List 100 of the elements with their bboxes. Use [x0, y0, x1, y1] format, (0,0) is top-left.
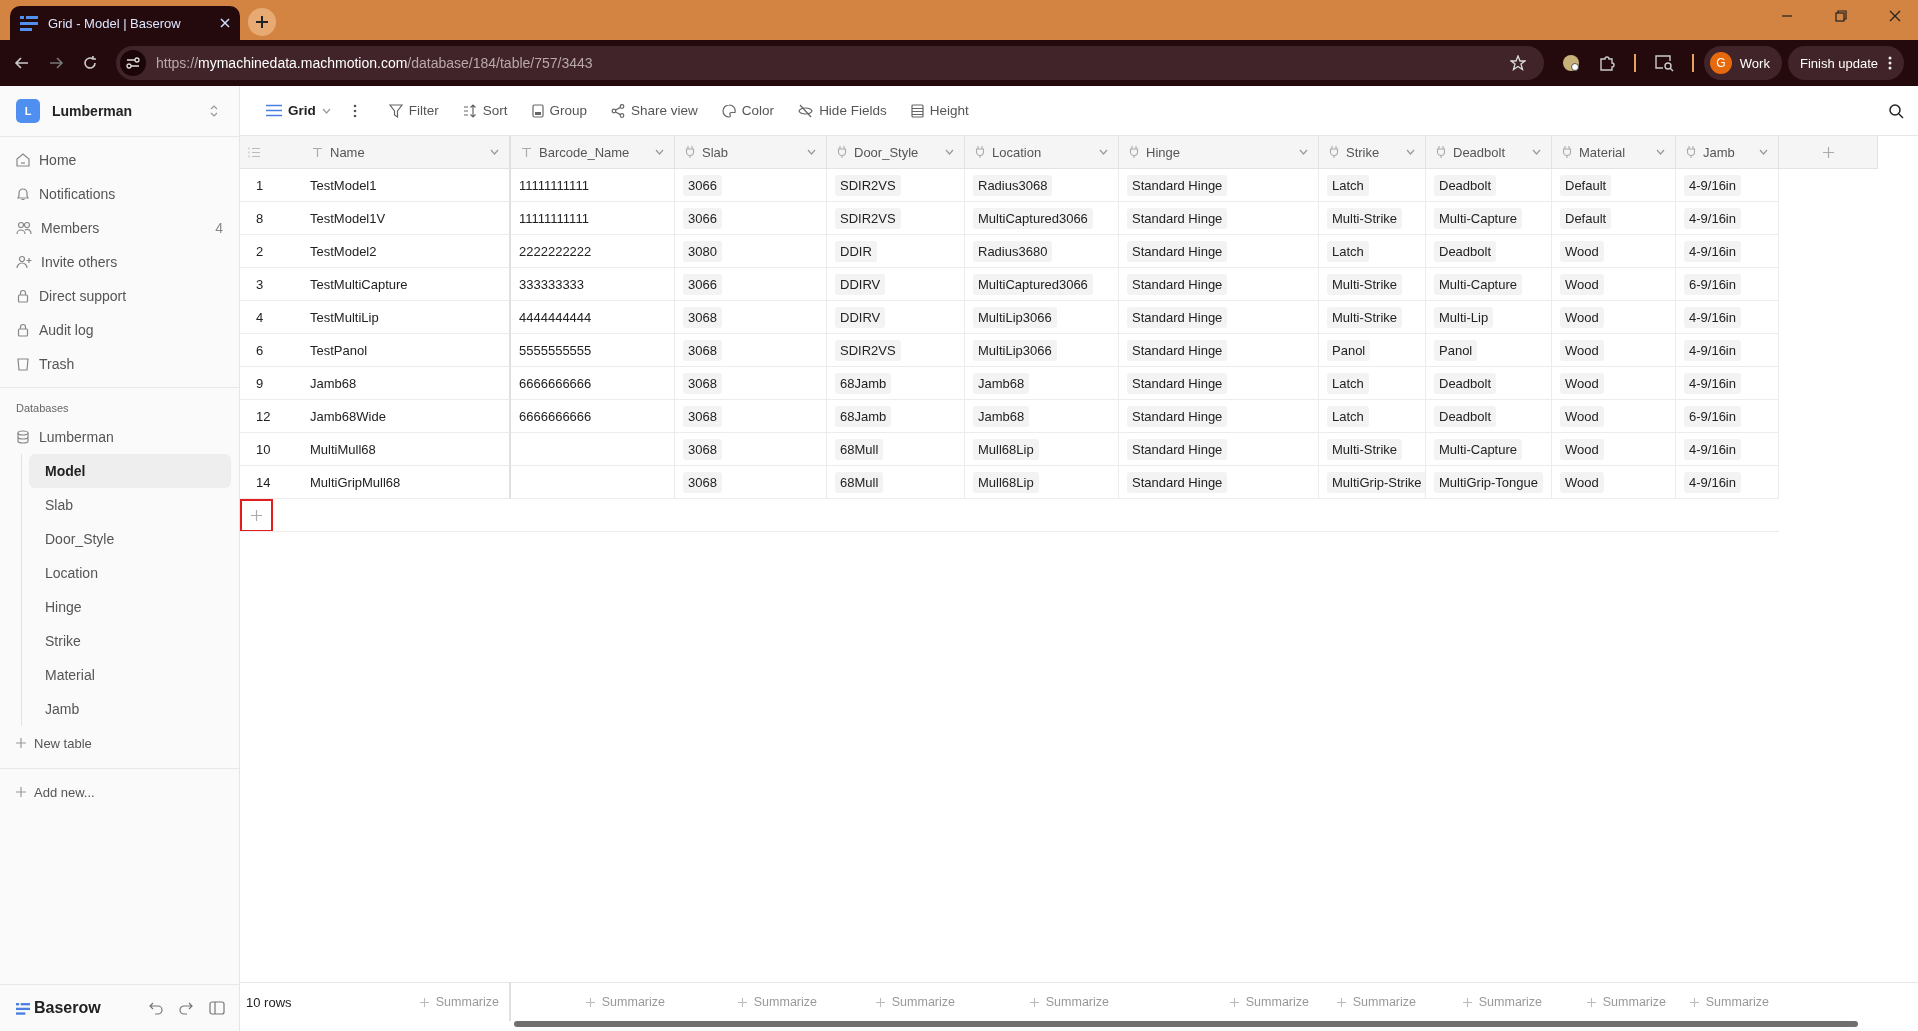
table-cell[interactable]: DDIR	[827, 235, 965, 268]
table-cell[interactable]: 68Jamb	[827, 367, 965, 400]
linked-record-chip[interactable]: MultiCaptured3066	[973, 207, 1093, 229]
table-cell[interactable]	[511, 433, 675, 466]
table-cell[interactable]: Mull68Lip	[965, 433, 1119, 466]
table-cell[interactable]: Standard Hinge	[1119, 202, 1319, 235]
linked-record-chip[interactable]: Wood	[1560, 273, 1604, 295]
linked-record-chip[interactable]: Radius3680	[973, 240, 1053, 262]
table-item[interactable]: Jamb	[29, 692, 231, 726]
linked-record-chip[interactable]: DDIRV	[835, 306, 886, 328]
table-cell[interactable]: Wood	[1552, 268, 1676, 301]
linked-record-chip[interactable]: SDIR2VS	[835, 207, 901, 229]
table-cell[interactable]: 11111111111	[511, 202, 675, 235]
linked-record-chip[interactable]: Wood	[1560, 471, 1604, 493]
back-icon[interactable]	[14, 55, 30, 71]
puzzle-icon[interactable]	[1597, 54, 1616, 72]
linked-record-chip[interactable]: Default	[1560, 207, 1612, 229]
table-cell[interactable]: MultiGrip-Tongue	[1426, 466, 1552, 499]
table-cell[interactable]: Multi-Strike	[1319, 433, 1426, 466]
linked-record-chip[interactable]: SDIR2VS	[835, 174, 901, 196]
linked-record-chip[interactable]: MultiLip3066	[973, 339, 1057, 361]
table-cell[interactable]: 68Mull	[827, 433, 965, 466]
table-cell[interactable]: 3068	[675, 367, 827, 400]
finish-update-button[interactable]: Finish update	[1787, 46, 1904, 80]
table-cell[interactable]: 11111111111	[511, 169, 675, 202]
linked-record-chip[interactable]: Latch	[1327, 240, 1369, 262]
table-cell[interactable]: Standard Hinge	[1119, 367, 1319, 400]
table-cell[interactable]: Standard Hinge	[1119, 301, 1319, 334]
table-cell[interactable]: 4-9/16in	[1676, 202, 1779, 235]
column-header[interactable]: Jamb	[1676, 136, 1779, 169]
table-cell[interactable]: Latch	[1319, 235, 1426, 268]
table-cell[interactable]: Jamb68	[965, 367, 1119, 400]
linked-record-chip[interactable]: Latch	[1327, 372, 1369, 394]
linked-record-chip[interactable]: 3068	[683, 438, 722, 460]
linked-record-chip[interactable]: 6-9/16in	[1684, 405, 1741, 427]
linked-record-chip[interactable]: Standard Hinge	[1127, 339, 1228, 361]
table-cell[interactable]: Jamb68	[965, 400, 1119, 433]
table-cell[interactable]: TestModel1	[302, 169, 511, 202]
linked-record-chip[interactable]: Jamb68	[973, 405, 1030, 427]
linked-record-chip[interactable]: Panol	[1327, 339, 1371, 361]
linked-record-chip[interactable]: Deadbolt	[1434, 372, 1497, 394]
add-new-button[interactable]: Add new...	[0, 768, 239, 815]
table-cell[interactable]: Deadbolt	[1426, 235, 1552, 268]
table-cell[interactable]: Multi-Capture	[1426, 202, 1552, 235]
linked-record-chip[interactable]: 68Jamb	[835, 405, 892, 427]
column-header[interactable]: Location	[965, 136, 1119, 169]
linked-record-chip[interactable]: 4-9/16in	[1684, 372, 1741, 394]
linked-record-chip[interactable]: Wood	[1560, 405, 1604, 427]
table-cell[interactable]: Standard Hinge	[1119, 235, 1319, 268]
linked-record-chip[interactable]: Multi-Strike	[1327, 207, 1402, 229]
linked-record-chip[interactable]: MultiLip3066	[973, 306, 1057, 328]
more-icon[interactable]	[352, 103, 357, 118]
table-item[interactable]: Location	[29, 556, 231, 590]
table-cell[interactable]: MultiCaptured3066	[965, 268, 1119, 301]
table-cell[interactable]: Latch	[1319, 367, 1426, 400]
forward-icon[interactable]	[48, 55, 64, 71]
table-cell[interactable]: 3068	[675, 301, 827, 334]
address-field[interactable]: https://mymachinedata.machmotion.com/database/184/table/757/3443	[116, 46, 1544, 80]
table-cell[interactable]: Panol	[1426, 334, 1552, 367]
linked-record-chip[interactable]: Multi-Strike	[1327, 273, 1402, 295]
table-cell[interactable]: DDIRV	[827, 301, 965, 334]
table-cell[interactable]: TestPanol	[302, 334, 511, 367]
table-cell[interactable]: MultiGrip-Strike	[1319, 466, 1426, 499]
table-cell[interactable]: 3066	[675, 268, 827, 301]
table-item[interactable]: Model	[29, 454, 231, 488]
sidebar-toggle-icon[interactable]	[209, 1001, 225, 1015]
table-cell[interactable]: 4-9/16in	[1676, 301, 1779, 334]
redo-icon[interactable]	[179, 1001, 193, 1015]
browser-tab[interactable]: Grid - Model | Baserow	[10, 6, 240, 40]
restore-icon[interactable]	[1835, 10, 1847, 22]
table-item[interactable]: Door_Style	[29, 522, 231, 556]
column-header[interactable]: Name	[302, 136, 511, 169]
linked-record-chip[interactable]: 3068	[683, 339, 722, 361]
table-cell[interactable]: MultiLip3066	[965, 301, 1119, 334]
table-cell[interactable]: TestModel1V	[302, 202, 511, 235]
linked-record-chip[interactable]: Jamb68	[973, 372, 1030, 394]
table-cell[interactable]: Radius3068	[965, 169, 1119, 202]
linked-record-chip[interactable]: Multi-Lip	[1434, 306, 1494, 328]
table-item[interactable]: Strike	[29, 624, 231, 658]
table-item[interactable]: Material	[29, 658, 231, 692]
nav-item[interactable]: Audit log	[0, 313, 239, 347]
linked-record-chip[interactable]: Latch	[1327, 405, 1369, 427]
linked-record-chip[interactable]: 4-9/16in	[1684, 306, 1741, 328]
linked-record-chip[interactable]: Multi-Capture	[1434, 207, 1523, 229]
bookmark-star-icon[interactable]	[1509, 55, 1526, 71]
table-cell[interactable]: 3066	[675, 202, 827, 235]
linked-record-chip[interactable]: 3080	[683, 240, 722, 262]
linked-record-chip[interactable]: Wood	[1560, 339, 1604, 361]
linked-record-chip[interactable]: Multi-Capture	[1434, 273, 1523, 295]
table-cell[interactable]: SDIR2VS	[827, 169, 965, 202]
toolbar-button[interactable]: Filter	[382, 95, 445, 126]
linked-record-chip[interactable]: 4-9/16in	[1684, 174, 1741, 196]
table-cell[interactable]: MultiMull68	[302, 433, 511, 466]
linked-record-chip[interactable]: Radius3068	[973, 174, 1053, 196]
table-cell[interactable]: Latch	[1319, 400, 1426, 433]
linked-record-chip[interactable]: Standard Hinge	[1127, 207, 1228, 229]
linked-record-chip[interactable]: Standard Hinge	[1127, 306, 1228, 328]
reload-icon[interactable]	[82, 55, 98, 71]
table-cell[interactable]: Multi-Strike	[1319, 202, 1426, 235]
table-cell[interactable]: MultiGripMull68	[302, 466, 511, 499]
